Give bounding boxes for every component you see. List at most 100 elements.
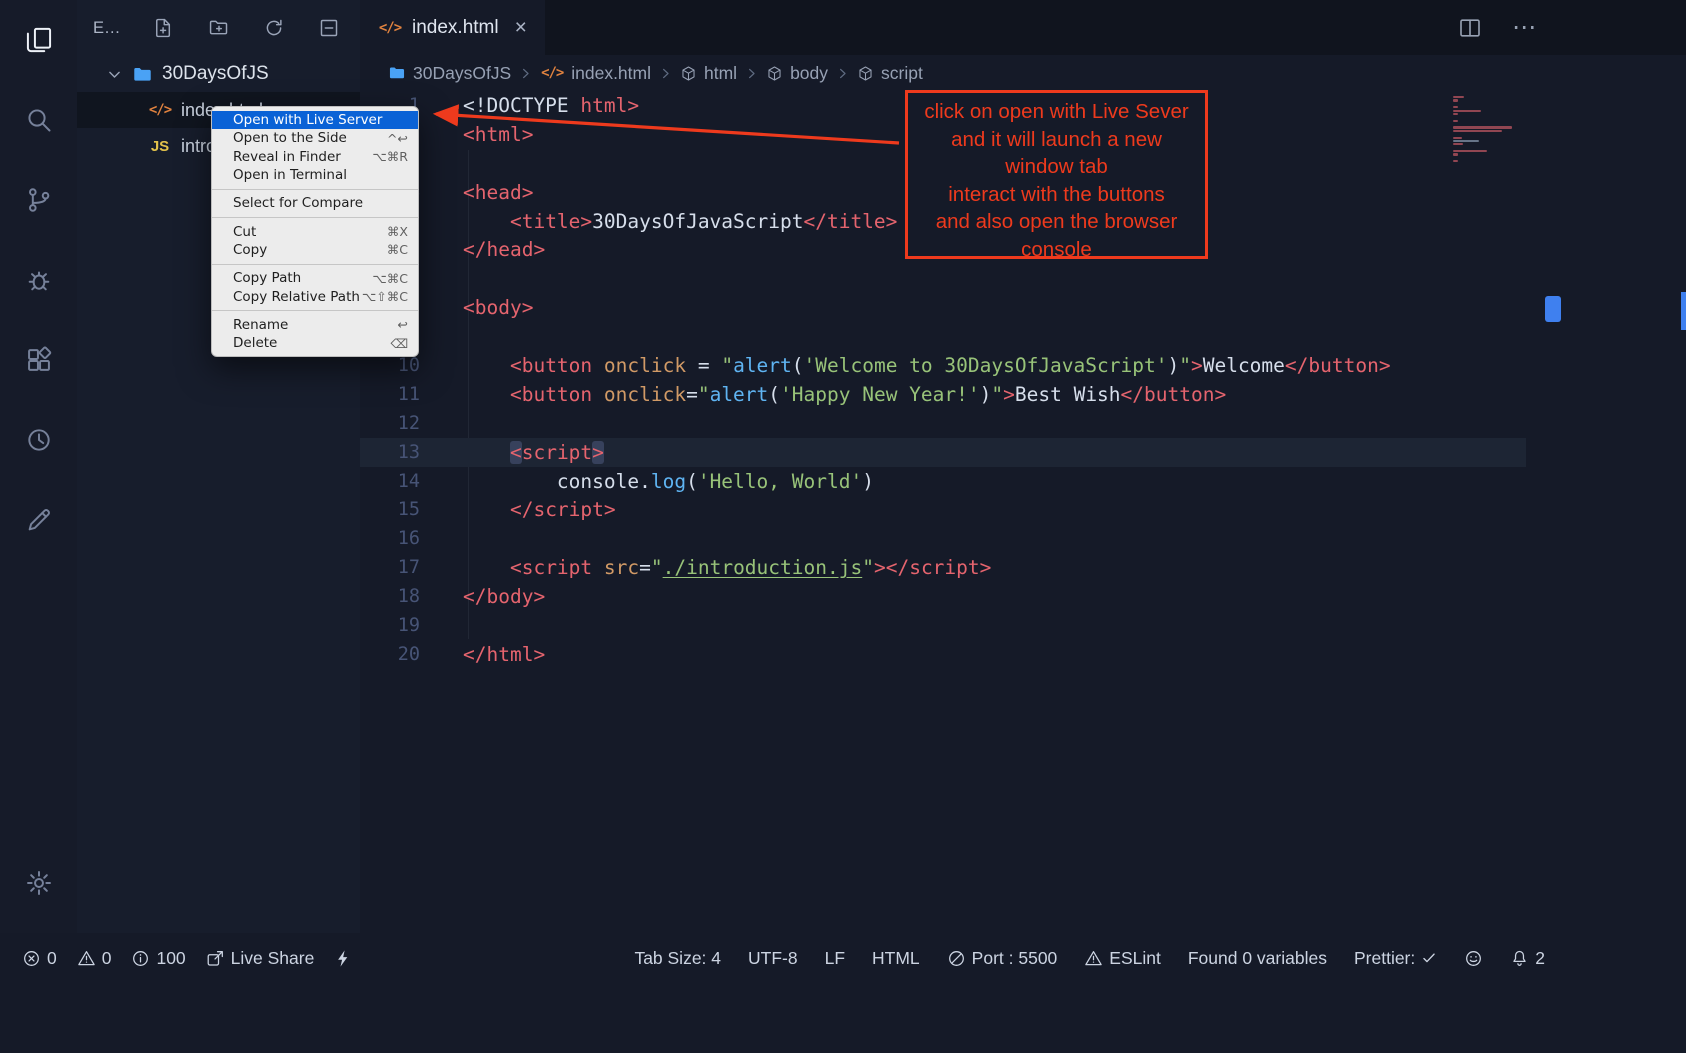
code-line-9[interactable]: 9 — [360, 322, 1686, 351]
extensions-icon — [25, 346, 53, 374]
menu-item-delete[interactable]: Delete⌫ — [212, 334, 418, 352]
menu-item-copy-path[interactable]: Copy Path⌥⌘C — [212, 269, 418, 287]
status-100[interactable]: 100 — [131, 948, 185, 969]
line-content: </html> — [463, 643, 545, 666]
menu-item-shortcut: ^↩ — [387, 131, 408, 146]
feedback-icon — [25, 506, 53, 534]
menu-item-rename[interactable]: Rename↩ — [212, 316, 418, 334]
status-utf-8[interactable]: UTF-8 — [748, 948, 798, 969]
annotation-line: window tab — [908, 153, 1205, 181]
breadcrumb-body[interactable]: body — [766, 63, 828, 84]
line-number: 18 — [360, 582, 420, 611]
menu-item-copy-relative-path[interactable]: Copy Relative Path⌥⇧⌘C — [212, 287, 418, 305]
status-bolt[interactable] — [334, 949, 353, 968]
minimap[interactable] — [1453, 96, 1545, 164]
info-icon — [131, 949, 150, 968]
menu-item-open-in-terminal[interactable]: Open in Terminal — [212, 166, 418, 184]
breadcrumb-30daysofjs[interactable]: 30DaysOfJS — [388, 63, 511, 84]
folder-root-row[interactable]: 30DaysOfJS — [77, 56, 360, 92]
root-folder-name: 30DaysOfJS — [162, 63, 269, 85]
code-line-13[interactable]: 13 <script> — [360, 438, 1686, 467]
menu-item-open-with-live-server[interactable]: Open with Live Server — [212, 111, 418, 129]
menu-item-shortcut: ⌥⌘R — [372, 149, 408, 164]
activity-extensions[interactable] — [0, 320, 77, 400]
folder-icon — [388, 64, 406, 82]
folder-icon — [132, 64, 153, 85]
status-smiley[interactable] — [1464, 949, 1483, 968]
status-2[interactable]: 2 — [1510, 948, 1545, 969]
new-file-icon[interactable] — [153, 17, 175, 39]
refresh-icon[interactable] — [263, 17, 285, 39]
menu-item-select-for-compare[interactable]: Select for Compare — [212, 194, 418, 212]
status-label: 100 — [156, 948, 185, 969]
line-content: <!DOCTYPE html> — [463, 94, 639, 117]
status-0[interactable]: 0 — [22, 948, 57, 969]
breadcrumb-separator-icon — [744, 66, 759, 81]
collapse-all-icon[interactable] — [318, 17, 340, 39]
breadcrumb-label: body — [790, 63, 828, 84]
code-line-7[interactable]: 7 — [360, 264, 1686, 293]
status-prettier-[interactable]: Prettier: — [1354, 948, 1437, 969]
breadcrumb-script[interactable]: script — [857, 63, 923, 84]
minimap-line — [1453, 106, 1458, 108]
annotation-line: interact with the buttons — [908, 181, 1205, 209]
activity-explorer[interactable] — [0, 0, 77, 80]
line-content: </script> — [463, 498, 616, 521]
minimap-line — [1453, 153, 1458, 155]
activity-bar-bottom — [0, 843, 77, 923]
menu-item-reveal-in-finder[interactable]: Reveal in Finder⌥⌘R — [212, 148, 418, 166]
activity-settings[interactable] — [0, 843, 77, 923]
status-0[interactable]: 0 — [77, 948, 112, 969]
menu-item-copy[interactable]: Copy⌘C — [212, 241, 418, 259]
code-line-20[interactable]: 20</html> — [360, 640, 1686, 669]
menu-item-label: Open in Terminal — [233, 167, 347, 183]
check-icon — [1421, 950, 1437, 966]
code-line-16[interactable]: 16 — [360, 524, 1686, 553]
code-line-18[interactable]: 18</body> — [360, 582, 1686, 611]
status-left: 00 100 Live Share — [22, 948, 353, 969]
scrollbar-selection-marker[interactable] — [1545, 296, 1561, 322]
minimap-line — [1453, 137, 1462, 139]
explorer-icon — [25, 26, 53, 54]
context-menu: Open with Live ServerOpen to the Side^↩R… — [211, 106, 419, 357]
more-actions-icon[interactable]: ⋯ — [1512, 13, 1536, 42]
breadcrumb-index.html[interactable]: </>index.html — [540, 63, 651, 84]
tab-close-icon[interactable]: × — [515, 17, 527, 38]
menu-item-label: Cut — [233, 224, 256, 240]
code-line-11[interactable]: 11 <button onclick="alert('Happy New Yea… — [360, 380, 1686, 409]
status-lf[interactable]: LF — [825, 948, 845, 969]
status-label: Tab Size: 4 — [634, 948, 721, 969]
activity-feedback[interactable] — [0, 480, 77, 560]
code-line-17[interactable]: 17 <script src="./introduction.js"></scr… — [360, 553, 1686, 582]
split-editor-icon[interactable] — [1458, 16, 1482, 40]
breadcrumb-label: script — [881, 63, 923, 84]
code-line-8[interactable]: 8<body> — [360, 293, 1686, 322]
breadcrumb: 30DaysOfJS </>index.html html body script — [360, 55, 1686, 91]
activity-search[interactable] — [0, 80, 77, 160]
breadcrumb-html[interactable]: html — [680, 63, 737, 84]
status-live-share[interactable]: Live Share — [206, 948, 315, 969]
status-port-5500[interactable]: Port : 5500 — [947, 948, 1058, 969]
activity-history[interactable] — [0, 400, 77, 480]
status-label: UTF-8 — [748, 948, 798, 969]
code-line-12[interactable]: 12 — [360, 409, 1686, 438]
code-line-10[interactable]: 10 <button onclick = "alert('Welcome to … — [360, 351, 1686, 380]
minimap-line — [1453, 130, 1502, 132]
code-line-14[interactable]: 14 console.log('Hello, World') — [360, 467, 1686, 496]
code-line-15[interactable]: 15 </script> — [360, 495, 1686, 524]
minimap-line — [1453, 140, 1479, 142]
status-eslint[interactable]: ESLint — [1084, 948, 1161, 969]
tab-index-html[interactable]: </> index.html × — [360, 0, 545, 55]
bell-icon — [1510, 949, 1529, 968]
activity-source-control[interactable] — [0, 160, 77, 240]
menu-item-cut[interactable]: Cut⌘X — [212, 222, 418, 240]
tab-label: index.html — [412, 17, 499, 39]
new-folder-icon[interactable] — [208, 17, 230, 39]
status-tab-size-4[interactable]: Tab Size: 4 — [634, 948, 721, 969]
status-html[interactable]: HTML — [872, 948, 920, 969]
code-line-19[interactable]: 19 — [360, 611, 1686, 640]
menu-item-open-to-the-side[interactable]: Open to the Side^↩ — [212, 129, 418, 147]
activity-run-debug[interactable] — [0, 240, 77, 320]
minimap-line — [1453, 126, 1512, 128]
status-found-0-variables[interactable]: Found 0 variables — [1188, 948, 1327, 969]
